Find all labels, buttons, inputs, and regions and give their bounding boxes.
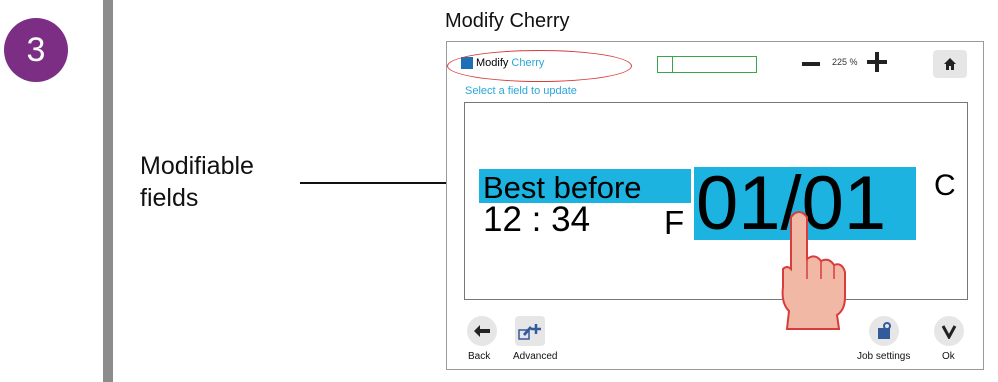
back-arrow-icon (474, 325, 490, 337)
c-text: C (934, 169, 956, 202)
f-text: F (664, 204, 685, 241)
home-button[interactable] (933, 50, 967, 78)
title-highlight-ellipse (447, 50, 632, 82)
ok-button[interactable] (934, 316, 964, 346)
device-screen: Modify Cherry 225 % Select a field to up… (446, 41, 984, 370)
home-icon (944, 58, 956, 70)
job-settings-label: Job settings (857, 351, 911, 362)
zoom-level: 225 % (832, 57, 858, 67)
zoom-in-button[interactable] (867, 52, 887, 72)
zoom-out-button[interactable] (802, 62, 820, 66)
edit-add-icon (518, 324, 541, 340)
back-label: Back (468, 351, 491, 362)
back-button[interactable] (467, 316, 497, 346)
field-select-hint: Select a field to update (465, 85, 577, 97)
vertical-divider (103, 0, 113, 382)
best-before-field[interactable]: Best before (479, 169, 691, 205)
callout-line-1: Modifiable (140, 152, 254, 180)
ink-level-gauge (657, 56, 757, 73)
ok-label: Ok (942, 351, 955, 362)
ink-level-gauge-fill (658, 57, 673, 72)
checkmark-icon (941, 325, 957, 339)
screen-header: Modify Cherry 225 % (447, 42, 983, 82)
step-number: 3 (26, 30, 46, 69)
advanced-button[interactable] (515, 316, 545, 346)
job-settings-icon (878, 322, 891, 339)
figure-title: Modify Cherry (445, 10, 570, 32)
advanced-label: Advanced (513, 351, 558, 362)
job-settings-button[interactable] (869, 316, 899, 346)
screen-footer: Back Advanced Job settings Ok (447, 310, 983, 370)
time-text: 12 : 34 (483, 200, 591, 239)
step-number-badge: 3 (4, 18, 68, 82)
callout-line-2: fields (140, 184, 199, 212)
callout-label: Modifiable fields (140, 150, 254, 214)
